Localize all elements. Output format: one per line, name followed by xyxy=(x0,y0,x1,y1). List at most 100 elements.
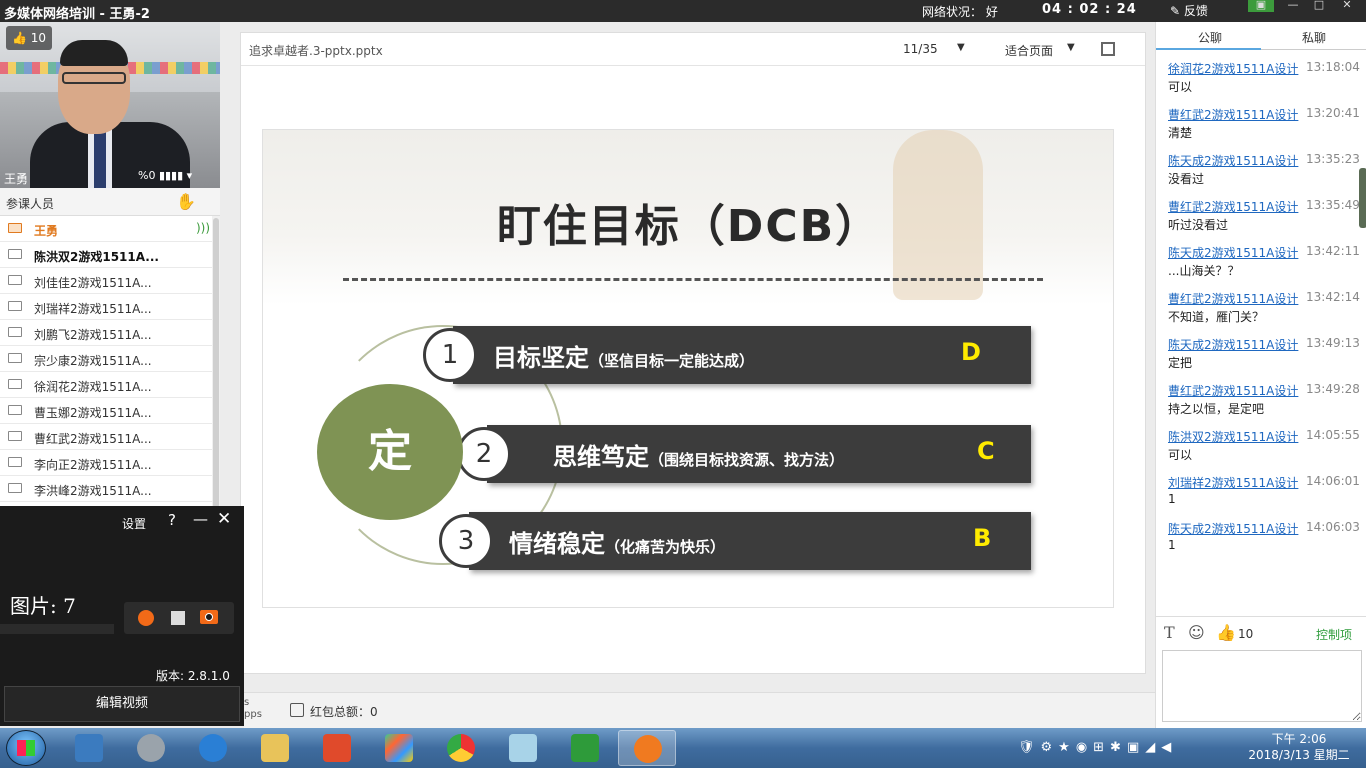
message-sender[interactable]: 陈天成2游戏1511A设计 xyxy=(1168,522,1298,536)
message-time: 13:35:23 xyxy=(1306,152,1360,166)
participant-name: 曹玉娜2游戏1511A... xyxy=(34,406,152,420)
message-sender[interactable]: 徐润花2游戏1511A设计 xyxy=(1168,62,1298,76)
maximize-button[interactable]: □ xyxy=(1306,0,1332,12)
active-tab-indicator xyxy=(1156,48,1261,50)
close-button[interactable]: ✕ xyxy=(1334,0,1360,12)
window-title: 多媒体网络培训 - 王勇-2 xyxy=(4,7,150,22)
text-format-icon[interactable]: T xyxy=(1164,623,1175,642)
taskbar-app-explorer[interactable] xyxy=(246,730,304,766)
taskbar-app-screen-share[interactable] xyxy=(556,730,614,766)
stop-icon[interactable] xyxy=(171,611,185,625)
message-sender[interactable]: 曹红武2游戏1511A设计 xyxy=(1168,108,1298,122)
feedback-button[interactable]: ✎ 反馈 xyxy=(1170,2,1208,19)
recorder-minimize-button[interactable]: — xyxy=(193,510,208,528)
message-sender[interactable]: 曹红武2游戏1511A设计 xyxy=(1168,292,1298,306)
fit-dropdown-icon[interactable]: ▼ xyxy=(1067,42,1075,53)
computer-icon xyxy=(8,379,22,389)
message-text: 持之以恒，是定吧 xyxy=(1168,402,1265,416)
computer-icon xyxy=(8,457,22,467)
video-controls[interactable]: %0 ▮▮▮▮ ▾ xyxy=(138,169,192,182)
participant-row[interactable]: 刘佳佳2游戏1511A... xyxy=(0,268,212,294)
green-window-button[interactable]: ▣ xyxy=(1248,0,1274,12)
recorder-close-button[interactable]: ✕ xyxy=(217,509,231,529)
participant-row[interactable]: 曹玉娜2游戏1511A... xyxy=(0,398,212,424)
fullscreen-icon[interactable] xyxy=(1101,42,1115,56)
red-packet-icon[interactable] xyxy=(290,703,304,717)
clock-time: 下午 2:06 xyxy=(1271,732,1327,746)
page-dropdown-icon[interactable]: ▼ xyxy=(957,42,965,53)
control-options-button[interactable]: 控制项 xyxy=(1316,626,1352,643)
system-clock[interactable]: 下午 2:06 2018/3/13 星期二 xyxy=(1240,731,1358,763)
raise-hand-icon[interactable]: ✋ xyxy=(176,192,196,211)
taskbar-app-webcam[interactable] xyxy=(122,730,180,766)
message-text: 没看过 xyxy=(1168,172,1205,186)
participants-title: 参课人员 xyxy=(6,197,55,211)
session-timer: 04 : 02 : 24 xyxy=(1042,2,1137,17)
taskbar-app-notes[interactable] xyxy=(494,730,552,766)
message-sender[interactable]: 陈洪双2游戏1511A设计 xyxy=(1168,430,1298,444)
tab-private-chat[interactable]: 私聊 xyxy=(1302,29,1326,46)
participant-row[interactable]: 陈洪双2游戏1511A... xyxy=(0,242,212,268)
chat-input[interactable] xyxy=(1162,650,1362,722)
participant-row[interactable]: 李向正2游戏1511A... xyxy=(0,450,212,476)
message-time: 13:35:49 xyxy=(1306,198,1360,212)
chat-message: 陈天成2游戏1511A设计 13:42:11 ...山海关？？ xyxy=(1168,244,1360,278)
chat-message: 刘瑞祥2游戏1511A设计 14:06:01 1 xyxy=(1168,474,1360,506)
taskbar-app-recorder[interactable] xyxy=(618,730,676,766)
chat-scrollbar[interactable] xyxy=(1359,168,1366,228)
slide-item-1: 1 目标坚定（坚信目标一定能达成） D xyxy=(423,326,1031,384)
recorder-progress xyxy=(0,624,114,634)
recorder-settings-button[interactable]: 设置 xyxy=(122,515,146,532)
participant-name: 刘瑞祥2游戏1511A... xyxy=(34,302,152,316)
taskbar-app-control-panel[interactable] xyxy=(60,730,118,766)
mindmap-icon xyxy=(385,734,413,762)
taskbar-app-chrome[interactable] xyxy=(432,730,490,766)
computer-icon xyxy=(8,327,22,337)
chat-message: 曹红武2游戏1511A设计 13:42:14 不知道，雁门关？ xyxy=(1168,290,1360,324)
participant-row[interactable]: 刘鹏飞2游戏1511A... xyxy=(0,320,212,346)
message-time: 14:06:03 xyxy=(1306,520,1360,534)
message-sender[interactable]: 陈天成2游戏1511A设计 xyxy=(1168,154,1298,168)
participant-name: 李向正2游戏1511A... xyxy=(34,458,152,472)
page-indicator[interactable]: 11/35 xyxy=(903,42,938,56)
message-sender[interactable]: 刘瑞祥2游戏1511A设计 xyxy=(1168,476,1298,490)
taskbar-app-hbuilder[interactable] xyxy=(308,730,366,766)
participant-row[interactable]: 徐润花2游戏1511A... xyxy=(0,372,212,398)
computer-icon xyxy=(8,249,22,259)
minimize-button[interactable]: — xyxy=(1280,0,1306,12)
participant-row[interactable]: 王勇))) xyxy=(0,216,212,242)
participant-name: 李洪峰2游戏1511A... xyxy=(34,484,152,498)
taskbar-app-sogou[interactable] xyxy=(184,730,242,766)
tab-public-chat[interactable]: 公聊 xyxy=(1198,29,1222,46)
record-icon[interactable] xyxy=(138,610,154,626)
participants-scrollbar[interactable] xyxy=(212,216,220,516)
participant-row[interactable]: 刘瑞祥2游戏1511A... xyxy=(0,294,212,320)
participants-list: 王勇))) 陈洪双2游戏1511A... 刘佳佳2游戏1511A... 刘瑞祥2… xyxy=(0,216,212,516)
emoji-icon[interactable]: ☺ xyxy=(1188,623,1205,642)
help-icon[interactable]: ? xyxy=(168,511,176,529)
document-header-divider xyxy=(241,65,1145,66)
message-text: 1 xyxy=(1168,492,1176,506)
slide-center-circle: 定 xyxy=(317,384,463,520)
like-button[interactable]: 👍 10 xyxy=(6,26,53,50)
edit-video-button[interactable]: 编辑视频 xyxy=(4,686,240,722)
notes-icon xyxy=(509,734,537,762)
participant-name: 徐润花2游戏1511A... xyxy=(34,380,152,394)
item-sub-text: （化痛苦为快乐） xyxy=(605,538,726,556)
message-sender[interactable]: 曹红武2游戏1511A设计 xyxy=(1168,384,1298,398)
taskbar-app-mindmap[interactable] xyxy=(370,730,428,766)
thumbs-up-icon[interactable]: 👍 xyxy=(1216,623,1236,642)
camera-icon[interactable] xyxy=(200,610,218,624)
system-tray-icons[interactable]: 🛡⚙★◉⊞✱▣◢◀ xyxy=(1018,740,1177,755)
message-sender[interactable]: 陈天成2游戏1511A设计 xyxy=(1168,338,1298,352)
message-sender[interactable]: 曹红武2游戏1511A设计 xyxy=(1168,200,1298,214)
participants-header: 参课人员 ✋ xyxy=(0,188,220,216)
participants-scroll-thumb[interactable] xyxy=(213,218,219,508)
message-sender[interactable]: 陈天成2游戏1511A设计 xyxy=(1168,246,1298,260)
message-text: 听过没看过 xyxy=(1168,218,1229,232)
participant-row[interactable]: 宗少康2游戏1511A... xyxy=(0,346,212,372)
participant-row[interactable]: 曹红武2游戏1511A... xyxy=(0,424,212,450)
fit-mode-select[interactable]: 适合页面 xyxy=(1005,42,1053,59)
participant-row[interactable]: 李洪峰2游戏1511A... xyxy=(0,476,212,502)
item-number: 1 xyxy=(423,328,477,382)
